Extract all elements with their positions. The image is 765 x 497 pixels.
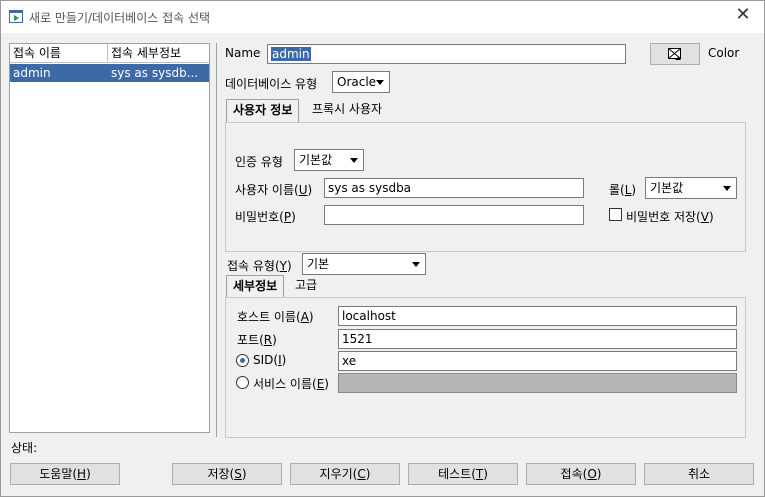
host-label: 호스트 이름(A) (237, 310, 314, 324)
color-swatch-icon (668, 48, 681, 60)
conn-type-label: 접속 유형(Y) (227, 259, 292, 273)
dialog-window: 새로 만들기/데이터베이스 접속 선택 ✕ 접속 이름 접속 세부정보 admi… (0, 0, 765, 497)
status-label: 상태: (11, 441, 38, 455)
port-field[interactable]: 1521 (338, 329, 737, 349)
db-type-label: 데이터베이스 유형 (225, 77, 318, 91)
port-label: 포트(R) (237, 333, 277, 347)
save-password-label: 비밀번호 저장(V) (626, 210, 714, 224)
sid-label: SID(I) (253, 353, 287, 367)
help-button[interactable]: 도움말(H) (10, 463, 120, 485)
color-label: Color (708, 46, 740, 60)
connect-button[interactable]: 접속(O) (526, 463, 636, 485)
password-field[interactable] (324, 205, 584, 225)
chevron-down-icon (723, 186, 731, 191)
sid-radio[interactable] (236, 354, 249, 367)
name-label: Name (225, 46, 261, 60)
username-field[interactable]: sys as sysdba (324, 178, 584, 198)
cancel-button[interactable]: 취소 (644, 463, 754, 485)
auth-type-label: 인증 유형 (235, 155, 283, 169)
tab-details[interactable]: 세부정보 (226, 275, 285, 298)
chevron-down-icon (412, 262, 420, 267)
auth-type-select[interactable]: 기본값 (294, 149, 364, 171)
service-name-field (338, 373, 737, 393)
column-header-details[interactable]: 접속 세부정보 (108, 44, 209, 63)
test-button[interactable]: 테스트(T) (408, 463, 518, 485)
chevron-down-icon (350, 158, 358, 163)
column-header-name[interactable]: 접속 이름 (10, 44, 108, 63)
conn-type-value: 기본 (307, 257, 330, 271)
save-password-checkbox[interactable] (609, 208, 622, 221)
service-name-radio[interactable] (236, 376, 249, 389)
list-item[interactable]: admin sys as sysdb... (10, 64, 209, 82)
auth-type-value: 기본값 (299, 153, 333, 167)
clear-button[interactable]: 지우기(C) (290, 463, 400, 485)
role-value: 기본값 (650, 181, 684, 195)
panel-divider[interactable] (216, 43, 217, 437)
host-field[interactable]: localhost (338, 306, 737, 326)
name-field[interactable]: admin (267, 44, 626, 64)
tab-advanced[interactable]: 고급 (289, 275, 323, 298)
sid-field[interactable]: xe (338, 351, 737, 371)
tab-user-info[interactable]: 사용자 정보 (226, 99, 300, 122)
app-icon (9, 10, 23, 23)
service-name-label: 서비스 이름(E) (253, 377, 329, 391)
username-label: 사용자 이름(U) (235, 183, 313, 197)
name-value: admin (271, 47, 311, 61)
list-item-name: admin (13, 66, 51, 80)
save-button[interactable]: 저장(S) (172, 463, 282, 485)
db-type-value: Oracle (337, 75, 377, 89)
role-select[interactable]: 기본값 (645, 177, 737, 199)
title-bar: 새로 만들기/데이터베이스 접속 선택 ✕ (1, 1, 764, 33)
conn-type-select[interactable]: 기본 (302, 253, 426, 275)
chevron-down-icon (376, 80, 384, 85)
color-button[interactable] (650, 43, 700, 65)
list-item-details: sys as sysdb... (111, 66, 199, 80)
db-type-select[interactable]: Oracle (332, 71, 390, 93)
window-title: 새로 만들기/데이터베이스 접속 선택 (29, 11, 211, 25)
password-label: 비밀번호(P) (235, 210, 296, 224)
role-label: 롤(L) (609, 183, 637, 197)
close-icon[interactable]: ✕ (732, 5, 754, 27)
tab-proxy-user[interactable]: 프록시 사용자 (306, 99, 388, 122)
connection-list[interactable]: 접속 이름 접속 세부정보 admin sys as sysdb... (9, 43, 210, 433)
